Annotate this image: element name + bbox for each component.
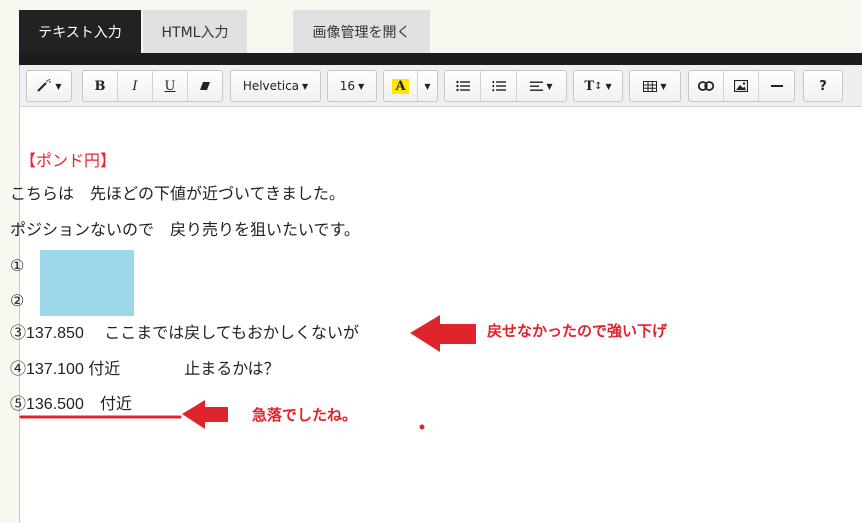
tab-text-input[interactable]: テキスト入力 bbox=[19, 10, 141, 53]
help-group: ? bbox=[803, 70, 843, 102]
help-button[interactable]: ? bbox=[804, 71, 842, 101]
chevron-down-icon: ▼ bbox=[302, 81, 309, 91]
color-swatch: A bbox=[392, 78, 409, 94]
chevron-down-icon: ▼ bbox=[660, 81, 667, 91]
masked-region bbox=[40, 250, 134, 316]
tab-label: テキスト入力 bbox=[38, 24, 122, 41]
unordered-list-icon bbox=[455, 80, 470, 92]
tab-bar-divider bbox=[19, 53, 862, 65]
chevron-down-icon: ▼ bbox=[605, 81, 612, 91]
line-height-group: T ↕ ▼ bbox=[573, 70, 623, 102]
chevron-down-icon: ▼ bbox=[546, 81, 553, 91]
link-icon bbox=[698, 81, 714, 91]
chevron-down-icon: ▼ bbox=[358, 81, 365, 91]
text-line: ポジションないので 戻り売りを狙いたいです。 bbox=[10, 222, 360, 239]
magic-style-button[interactable]: ▼ bbox=[27, 71, 71, 101]
align-icon bbox=[530, 81, 544, 91]
font-size-dropdown[interactable]: 16 ▼ bbox=[328, 71, 376, 101]
horizontal-rule-icon bbox=[770, 85, 783, 87]
text-line: こちらは 先ほどの下値が近づいてきました。 bbox=[10, 186, 346, 203]
magic-wand-icon bbox=[37, 79, 52, 92]
align-dropdown[interactable]: ▼ bbox=[517, 71, 566, 101]
bold-button[interactable]: B bbox=[83, 71, 118, 101]
line-height-dropdown[interactable]: T ↕ ▼ bbox=[574, 71, 622, 101]
line-height-label: T bbox=[584, 78, 595, 94]
link-button[interactable] bbox=[689, 71, 724, 101]
ordered-list-button[interactable] bbox=[481, 71, 517, 101]
annotation-note-2: 急落でしたね。 bbox=[252, 406, 358, 424]
font-family-value: Helvetica bbox=[242, 79, 300, 93]
font-family-group: Helvetica ▼ bbox=[230, 70, 321, 102]
tab-label: 画像管理を開く bbox=[312, 24, 411, 41]
arrows-vertical-icon: ↕ bbox=[594, 80, 603, 92]
editor-frame: ▼ B I U Helvetica ▼ 16 ▼ A ▼ ▼ T ↕ ▼ ▼ ? bbox=[19, 65, 862, 523]
tab-label: HTML入力 bbox=[161, 24, 229, 41]
annotation-note-1: 戻せなかったので強い下げ bbox=[487, 322, 668, 340]
insert-picture-button[interactable] bbox=[724, 71, 759, 101]
tab-html-input[interactable]: HTML入力 bbox=[143, 10, 247, 53]
eraser-icon bbox=[200, 82, 210, 90]
table-group: ▼ bbox=[629, 70, 681, 102]
horizontal-rule-button[interactable] bbox=[759, 71, 794, 101]
table-dropdown[interactable]: ▼ bbox=[630, 71, 680, 101]
text-line: ② bbox=[10, 293, 25, 310]
eraser-button[interactable] bbox=[188, 71, 222, 101]
style-group: ▼ bbox=[26, 70, 72, 102]
editor-tabs: テキスト入力 HTML入力 画像管理を開く bbox=[19, 0, 862, 53]
editor-toolbar: ▼ B I U Helvetica ▼ 16 ▼ A ▼ ▼ T ↕ ▼ ▼ ? bbox=[20, 65, 862, 107]
picture-icon bbox=[734, 80, 748, 92]
italic-button[interactable]: I bbox=[118, 71, 153, 101]
format-group: B I U bbox=[82, 70, 223, 102]
chevron-down-icon: ▼ bbox=[424, 81, 431, 91]
font-family-dropdown[interactable]: Helvetica ▼ bbox=[231, 71, 320, 101]
table-icon bbox=[643, 80, 658, 92]
font-size-group: 16 ▼ bbox=[327, 70, 377, 102]
paragraph-group: ▼ bbox=[444, 70, 567, 102]
color-dropdown-button[interactable]: ▼ bbox=[418, 71, 437, 101]
insert-group bbox=[688, 70, 795, 102]
underline-button[interactable]: U bbox=[153, 71, 188, 101]
text-color-button[interactable]: A bbox=[384, 71, 418, 101]
unordered-list-button[interactable] bbox=[445, 71, 481, 101]
ordered-list-icon bbox=[492, 81, 506, 92]
text-line: ① bbox=[10, 258, 25, 275]
color-group: A ▼ bbox=[383, 70, 438, 102]
title-line: 【ポンド円】 bbox=[20, 153, 117, 170]
tab-image-manager[interactable]: 画像管理を開く bbox=[293, 10, 430, 53]
chevron-down-icon: ▼ bbox=[55, 81, 62, 91]
text-line: ③137.850 ここまでは戻してもおかしくないが bbox=[10, 325, 360, 342]
font-size-value: 16 bbox=[339, 79, 356, 93]
text-line: ④137.100 付近 止まるかは？ bbox=[10, 361, 280, 378]
text-line: ⑤136.500 付近 bbox=[10, 396, 132, 413]
